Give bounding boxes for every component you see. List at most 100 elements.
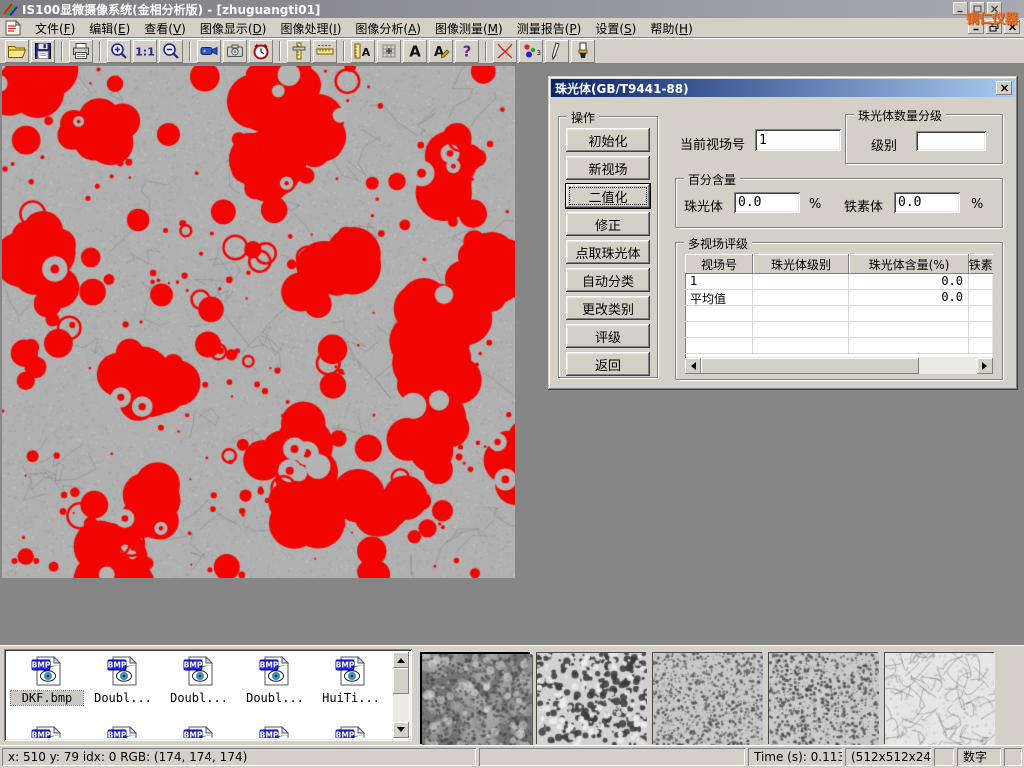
op-button-4[interactable]: 修正 [566,212,650,236]
op-button-5[interactable]: 点取珠光体 [566,240,650,264]
pearlite-input[interactable] [734,192,800,213]
photo-camera-icon[interactable] [223,40,247,63]
op-button-2[interactable]: 新视场 [566,156,650,180]
table-row[interactable]: 平均值0.0 [685,290,993,306]
text-label-icon[interactable]: A [403,40,427,63]
file-name[interactable]: HuiTi... [315,691,387,705]
table-row[interactable] [685,322,993,338]
sample-thumbnail-2[interactable] [536,652,646,744]
op-button-7[interactable]: 更改类别 [566,296,650,320]
file-item[interactable]: BMPHuiTi... [315,654,387,705]
menu-item-9[interactable]: 设置(S) [588,20,643,38]
table-header-cell[interactable]: 珠光体含量(%) [849,254,969,274]
file-item[interactable]: BMP [315,724,387,738]
annotate-icon[interactable]: A [429,40,453,63]
menu-item-7[interactable]: 图像测量(M) [428,20,510,38]
dialog-title-bar[interactable]: 珠光体(GB/T9441-88) [551,79,1015,97]
op-button-9[interactable]: 返回 [566,352,650,376]
scroll-left-icon[interactable] [685,358,701,374]
toolbar-separator [61,41,63,61]
table-cell [685,338,753,353]
operation-group-label: 操作 [567,109,599,126]
child-close-button[interactable] [1004,20,1020,34]
sample-thumbnail-5[interactable] [884,652,994,744]
table-header-cell[interactable]: 铁素体含量(%) [969,254,993,274]
actual-size-icon[interactable]: 1:1 [133,40,157,63]
percent-group: 百分含量 珠光体 % 铁素体 % [675,178,1003,228]
file-item[interactable]: BMPDoubl... [163,654,235,705]
file-item[interactable]: BMPDKF.bmp [11,654,83,705]
file-name[interactable]: DKF.bmp [11,691,83,705]
file-grid: BMPDKF.bmpBMPDoubl...BMPDoubl...BMPDoubl… [7,652,393,738]
child-minimize-button[interactable] [968,20,984,34]
op-button-3[interactable]: 二值化 [566,184,650,208]
menu-item-6[interactable]: 图像分析(A) [348,20,428,38]
caliper-icon[interactable] [287,40,311,63]
particle-classify-icon[interactable]: 3 [519,40,543,63]
child-restore-button[interactable] [986,20,1002,34]
menu-item-10[interactable]: 帮助(H) [643,20,699,38]
window-close-button[interactable] [987,2,1002,15]
table-row[interactable]: 10.0 [685,274,993,290]
scroll-up-icon[interactable] [393,652,409,668]
application-window: IS100显微摄像系统(金相分析版) - [zhuguangti01] 铜仁仪器… [0,0,1024,768]
table-header-cell[interactable]: 视场号 [685,254,753,274]
zoom-out-icon[interactable] [159,40,183,63]
print-icon[interactable] [69,40,93,63]
menu-item-2[interactable]: 编辑(E) [82,20,137,38]
ruler-icon[interactable] [313,40,337,63]
dialog-close-icon[interactable] [996,81,1012,95]
grade-group-label: 珠光体数量分级 [854,107,946,124]
window-minimize-button[interactable] [953,2,968,15]
file-item[interactable]: BMP Doubl... [87,654,159,705]
scrollbar-thumb[interactable] [393,668,409,694]
file-name[interactable]: Doubl... [163,691,235,705]
menu-item-3[interactable]: 查看(V) [137,20,193,38]
sample-thumbnail-1[interactable] [420,652,530,744]
pen-tool-icon[interactable] [545,40,569,63]
file-name[interactable]: Doubl... [87,691,159,705]
menu-item-1[interactable]: 文件(F) [28,20,82,38]
current-field-input[interactable] [755,129,841,151]
ferrite-input[interactable] [894,192,960,213]
file-item[interactable]: BMP [163,724,235,738]
save-file-icon[interactable] [31,40,55,63]
file-item[interactable]: BMP [11,724,83,738]
menu-item-4[interactable]: 图像显示(D) [193,20,274,38]
table-horizontal-scrollbar[interactable] [685,358,993,374]
file-list-scrollbar[interactable] [393,652,409,738]
measure-text-icon[interactable]: A [351,40,375,63]
op-button-1[interactable]: 初始化 [566,128,650,152]
brush-tool-icon[interactable] [571,40,595,63]
curve-tool-icon[interactable] [493,40,517,63]
sample-thumbnail-4[interactable] [768,652,878,744]
grid-icon[interactable] [377,40,401,63]
open-file-icon[interactable] [5,40,29,63]
file-item[interactable]: BMP [239,724,311,738]
scrollbar-thumb[interactable] [701,358,919,374]
table-cell [969,290,993,305]
window-maximize-button[interactable] [970,2,985,15]
zoom-in-icon[interactable] [107,40,131,63]
file-item[interactable]: BMPDoubl... [239,654,311,705]
table-header-cell[interactable]: 珠光体级别 [753,254,849,274]
timer-icon[interactable] [249,40,273,63]
table-row[interactable] [685,306,993,322]
sample-thumbnail-3[interactable] [652,652,762,744]
table-row[interactable] [685,338,993,354]
op-button-6[interactable]: 自动分类 [566,268,650,292]
scroll-right-icon[interactable] [977,358,993,374]
op-button-8[interactable]: 评级 [566,324,650,348]
grade-input[interactable] [916,131,986,151]
file-item[interactable]: BMP [87,724,159,738]
multifield-table[interactable]: 视场号珠光体级别珠光体含量(%)铁素体含量(%) 10.0平均值0.0 [685,254,993,358]
metallographic-image-binarized[interactable] [2,66,515,578]
svg-text:BMP: BMP [108,661,127,670]
menu-item-8[interactable]: 测量报告(P) [510,20,589,38]
video-camera-icon[interactable] [197,40,221,63]
menu-item-5[interactable]: 图像处理(I) [273,20,348,38]
scroll-down-icon[interactable] [393,722,409,738]
file-name[interactable]: Doubl... [239,691,311,705]
table-cell: 平均值 [685,290,753,305]
help-icon[interactable]: ? [455,40,479,63]
